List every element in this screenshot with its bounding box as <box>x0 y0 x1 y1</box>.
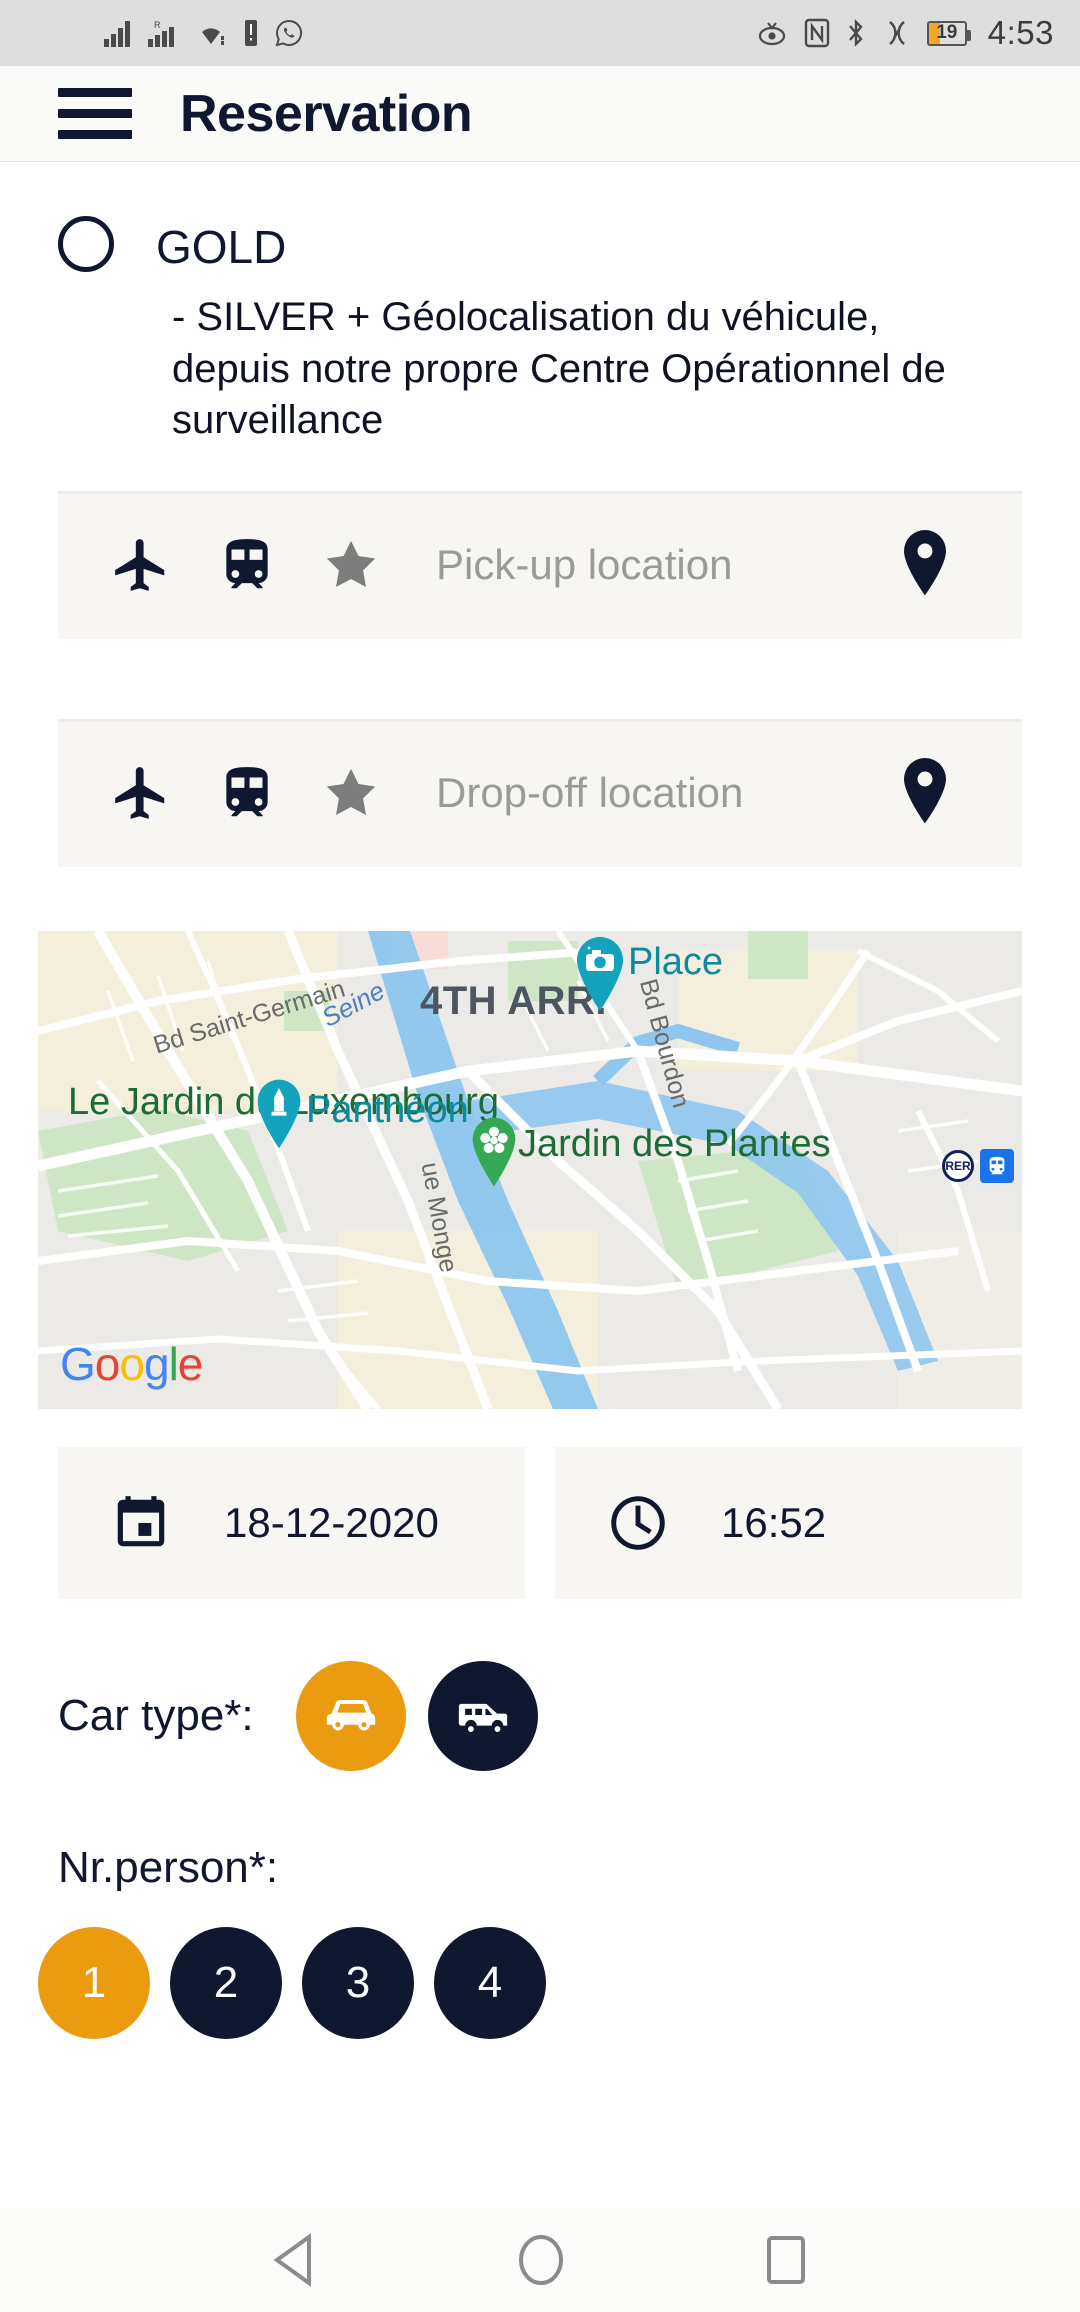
time-value: 16:52 <box>721 1498 827 1546</box>
plan-name-label: GOLD <box>156 221 287 273</box>
datetime-row: 18-12-2020 16:52 <box>58 1446 1022 1599</box>
eye-care-icon <box>758 22 785 46</box>
pickup-location-field[interactable]: Pick-up location <box>58 490 1022 639</box>
bluetooth-icon <box>848 19 863 47</box>
dropoff-icon-group <box>88 762 380 824</box>
dropoff-location-field[interactable]: Drop-off location <box>58 718 1022 867</box>
app-bar: Reservation <box>0 66 1080 162</box>
clock-icon <box>611 1496 665 1550</box>
car-type-options <box>295 1660 538 1771</box>
camera-marker-icon[interactable] <box>572 936 628 1011</box>
status-bar-clock: 4:53 <box>987 14 1054 51</box>
pickup-icon-group <box>88 534 380 596</box>
nr-person-options: 1 2 3 4 <box>38 1926 1080 2039</box>
signal-bars-icon <box>104 21 130 47</box>
car-type-sedan-button[interactable] <box>295 1660 406 1771</box>
nfc-icon <box>804 18 829 48</box>
park-marker-icon[interactable] <box>468 1117 520 1187</box>
main-content: GOLD - SILVER + Géolocalisation du véhic… <box>0 162 1080 2039</box>
status-bar-left-icons: R <box>104 18 304 48</box>
date-field[interactable]: 18-12-2020 <box>58 1446 525 1599</box>
nr-person-option-4[interactable]: 4 <box>434 1926 546 2039</box>
nr-person-option-2[interactable]: 2 <box>170 1926 282 2039</box>
radio-button-gold[interactable] <box>58 216 114 272</box>
pickup-location-input[interactable]: Pick-up location <box>436 541 896 589</box>
status-bar-right-icons: 19 4:53 <box>755 14 1054 52</box>
car-type-row: Car type*: <box>58 1660 1080 1771</box>
train-station-icon <box>980 1148 1014 1183</box>
map-label-jardin-plantes: Jardin des Plantes <box>518 1122 831 1165</box>
map-label-place: Place <box>628 940 724 983</box>
data-saver-icon <box>888 21 905 45</box>
van-icon <box>458 1703 507 1732</box>
train-icon[interactable] <box>216 762 278 824</box>
pickup-map-pin-icon[interactable] <box>896 529 954 600</box>
battery-icon: 19 <box>926 20 971 46</box>
svg-text:R: R <box>154 20 161 30</box>
home-circle-icon[interactable] <box>515 2233 567 2287</box>
wifi-icon <box>202 28 224 45</box>
plan-description: - SILVER + Géolocalisation du véhicule, … <box>172 295 946 443</box>
time-field[interactable]: 16:52 <box>555 1446 1022 1599</box>
sedan-icon <box>326 1699 375 1731</box>
dropoff-location-input[interactable]: Drop-off location <box>436 769 896 817</box>
map-preview[interactable]: 4TH ARR. Seine Bd Saint-Germain Bd Bourd… <box>38 930 1022 1409</box>
nr-person-label: Nr.person*: <box>58 1842 279 1892</box>
vibrate-icon <box>245 20 257 46</box>
battery-percent: 19 <box>936 22 958 43</box>
map-transit-icons: RER <box>942 1148 1014 1183</box>
app-screen: R 19 4:53 Reservation GOLD - SILVER + Gé… <box>0 0 1080 2312</box>
hamburger-menu-icon[interactable] <box>58 88 132 139</box>
dropoff-map-pin-icon[interactable] <box>896 757 954 828</box>
monument-marker-icon[interactable] <box>253 1079 305 1149</box>
recents-square-icon[interactable] <box>763 2234 809 2286</box>
nr-person-option-3[interactable]: 3 <box>302 1926 414 2039</box>
plan-option-gold[interactable]: GOLD <box>0 162 1080 272</box>
whatsapp-icon <box>275 19 303 47</box>
rer-icon: RER <box>942 1149 974 1182</box>
system-navigation-bar <box>0 2208 1080 2312</box>
date-value: 18-12-2020 <box>224 1498 439 1546</box>
nr-person-option-1[interactable]: 1 <box>38 1926 150 2039</box>
train-icon[interactable] <box>216 534 278 596</box>
car-type-label: Car type*: <box>58 1690 254 1740</box>
map-label-pantheon: Panthéon <box>306 1088 469 1131</box>
page-title: Reservation <box>180 84 473 143</box>
car-type-van-button[interactable] <box>427 1660 538 1771</box>
calendar-icon <box>117 1495 165 1547</box>
back-triangle-icon[interactable] <box>271 2233 319 2287</box>
star-icon[interactable] <box>322 536 380 594</box>
signal-bars-roaming-icon: R <box>148 20 174 47</box>
airplane-icon[interactable] <box>110 534 172 596</box>
status-bar: R 19 4:53 <box>0 0 1080 66</box>
google-logo: Google <box>60 1337 203 1390</box>
airplane-icon[interactable] <box>110 762 172 824</box>
star-icon[interactable] <box>322 764 380 822</box>
